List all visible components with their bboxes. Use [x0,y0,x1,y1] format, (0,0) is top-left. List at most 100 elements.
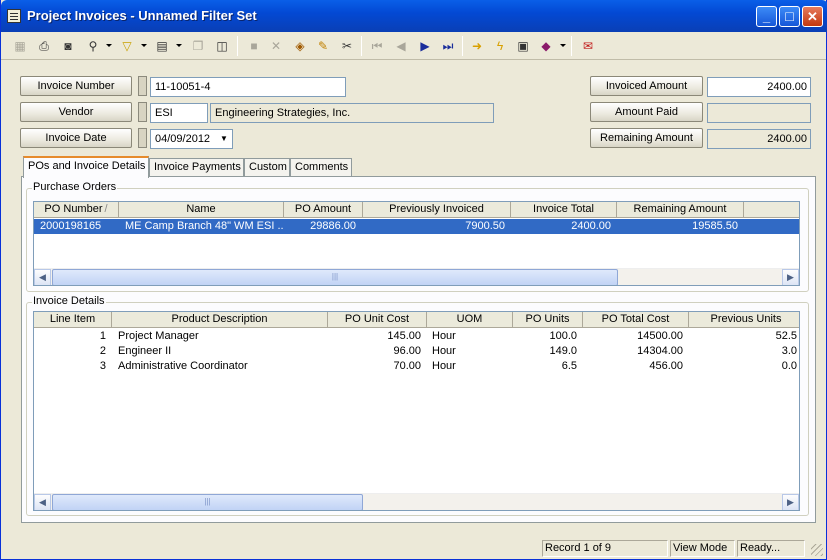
title-bar[interactable]: Project Invoices - Unnamed Filter Set _ … [1,0,827,32]
column-header-line-item[interactable]: Line Item [34,312,112,328]
invoice-number-field[interactable]: 11-10051-4 [150,77,346,97]
last-record-icon[interactable]: ⏭ [438,36,458,56]
tab-comments[interactable]: Comments [290,158,352,177]
vendor-code-field[interactable]: ESI [150,103,208,123]
view-dropdown-icon[interactable] [176,44,182,47]
scroll-left-icon[interactable]: ◀ [34,269,51,285]
find-dropdown-icon[interactable] [106,44,112,47]
invoice-number-indicator [138,76,147,96]
layout-icon[interactable]: ◫ [212,36,232,56]
first-record-icon[interactable]: ⏮ [367,36,387,56]
sort-indicator-icon: / [104,203,108,215]
cell-uom: Hour [432,330,456,342]
save-icon[interactable]: ■ [244,36,264,56]
purchase-orders-label: Purchase Orders [32,181,118,193]
purchase-orders-header: PO Number / Name PO Amount Previously Inv… [34,202,799,218]
run-icon[interactable]: ϟ [490,36,510,56]
invoice-date-value: 04/09/2012 [155,133,211,145]
next-record-icon[interactable]: ▶ [415,36,435,56]
column-header-product-description[interactable]: Product Description [112,312,328,328]
status-mode: View Mode [670,540,735,557]
table-row[interactable]: 2 Engineer II 96.00 Hour 149.0 14304.00 … [34,344,799,359]
previous-record-icon[interactable]: ◀ [391,36,411,56]
cell-po-number: 2000198165 [40,220,102,232]
scroll-left-icon[interactable]: ◀ [34,494,51,510]
invoiced-amount-label-button[interactable]: Invoiced Amount [590,76,703,96]
amount-paid-label-button[interactable]: Amount Paid [590,102,703,122]
view-icon[interactable]: ▤ [152,36,172,56]
resize-grip-icon[interactable] [811,544,823,556]
tab-custom[interactable]: Custom [244,158,290,177]
cell-invoice-total: 2400.00 [571,220,611,232]
scroll-right-icon[interactable]: ▶ [782,269,799,285]
column-header-po-units[interactable]: PO Units [513,312,583,328]
amount-paid-field [707,103,811,123]
invoice-date-field[interactable]: 04/09/2012 ▼ [150,129,233,149]
invoice-details-grid[interactable]: Line Item Product Description PO Unit Co… [33,311,800,511]
minimize-button[interactable]: _ [756,6,777,27]
toolbar-separator [571,36,572,56]
cell-uom: Hour [432,345,456,357]
remaining-amount-label-button[interactable]: Remaining Amount [590,128,703,148]
edit-icon[interactable]: ✎ [313,36,333,56]
invoiced-amount-field[interactable]: 2400.00 [707,77,811,97]
cell-po-total-cost: 456.00 [649,360,683,372]
print-icon[interactable]: ⎙ [34,36,54,56]
column-header-previous-units[interactable]: Previous Units [689,312,799,328]
find-icon[interactable]: ⚲ [83,36,103,56]
cell-line-item: 1 [99,330,106,342]
vendor-label-button[interactable]: Vendor [20,102,132,122]
column-header-invoice-total[interactable]: Invoice Total [511,202,617,218]
scrollbar-thumb[interactable]: ||| [52,494,363,510]
cell-previous-units: 3.0 [781,345,797,357]
mail-icon[interactable]: ✉ [578,36,598,56]
cell-po-units: 149.0 [549,345,577,357]
stamp-icon[interactable]: ◈ [290,36,310,56]
grid-icon[interactable]: ▦ [10,36,30,56]
column-header-po-unit-cost[interactable]: PO Unit Cost [328,312,427,328]
column-header-po-number[interactable]: PO Number / [34,202,119,218]
scroll-right-icon[interactable]: ▶ [782,494,799,510]
cell-po-unit-cost: 96.00 [393,345,421,357]
cell-previous-units: 0.0 [781,360,797,372]
chevron-down-icon[interactable]: ▼ [218,133,230,145]
book-dropdown-icon[interactable] [560,44,566,47]
filter-dropdown-icon[interactable] [141,44,147,47]
report-icon[interactable]: ▣ [513,36,533,56]
status-bar: Record 1 of 9 View Mode Ready... [1,538,826,559]
column-header-uom[interactable]: UOM [427,312,513,328]
copy-record-icon[interactable]: ❐ [188,36,208,56]
cut-icon[interactable]: ✂ [337,36,357,56]
maximize-button[interactable]: □ [779,6,800,27]
tab-invoice-payments[interactable]: Invoice Payments [149,158,244,177]
table-row[interactable]: 2000198165 ME Camp Branch 48" WM ESI ...… [34,219,799,234]
column-header-po-amount[interactable]: PO Amount [284,202,363,218]
book-icon[interactable]: ◆ [536,36,556,56]
column-header-previously-invoiced[interactable]: Previously Invoiced [363,202,511,218]
column-header-name[interactable]: Name [119,202,284,218]
close-button[interactable]: ✕ [802,6,823,27]
toolbar-separator [237,36,238,56]
purchase-orders-grid[interactable]: PO Number / Name PO Amount Previously Inv… [33,201,800,286]
invoice-number-label-button[interactable]: Invoice Number [20,76,132,96]
app-icon[interactable] [7,9,21,23]
status-state: Ready... [737,540,805,557]
purchase-orders-horizontal-scrollbar[interactable]: ◀ ||| ▶ [34,268,799,285]
invoice-details-horizontal-scrollbar[interactable]: ◀ ||| ▶ [34,493,799,510]
filter-icon[interactable]: ▽ [117,36,137,56]
toolbar: ▦ ⎙ ◙ ⚲ ▽ ▤ ❐ ◫ ■ ✕ ◈ ✎ ✂ ⏮ ◀ ▶ ⏭ ➜ ϟ ▣ … [1,32,826,60]
tab-pos-and-invoice-details[interactable]: POs and Invoice Details [23,156,149,178]
column-header-po-total-cost[interactable]: PO Total Cost [583,312,689,328]
scrollbar-thumb[interactable]: ||| [52,269,618,285]
invoice-date-label-button[interactable]: Invoice Date [20,128,132,148]
table-row[interactable]: 1 Project Manager 145.00 Hour 100.0 1450… [34,329,799,344]
application-window: Project Invoices - Unnamed Filter Set _ … [0,0,827,560]
cell-previous-units: 52.5 [775,330,797,342]
cell-uom: Hour [432,360,456,372]
table-row[interactable]: 3 Administrative Coordinator 70.00 Hour … [34,359,799,374]
column-header-remaining-amount[interactable]: Remaining Amount [617,202,744,218]
cell-line-item: 3 [99,360,106,372]
print-preview-icon[interactable]: ◙ [58,36,78,56]
delete-icon[interactable]: ✕ [266,36,286,56]
jump-icon[interactable]: ➜ [467,36,487,56]
